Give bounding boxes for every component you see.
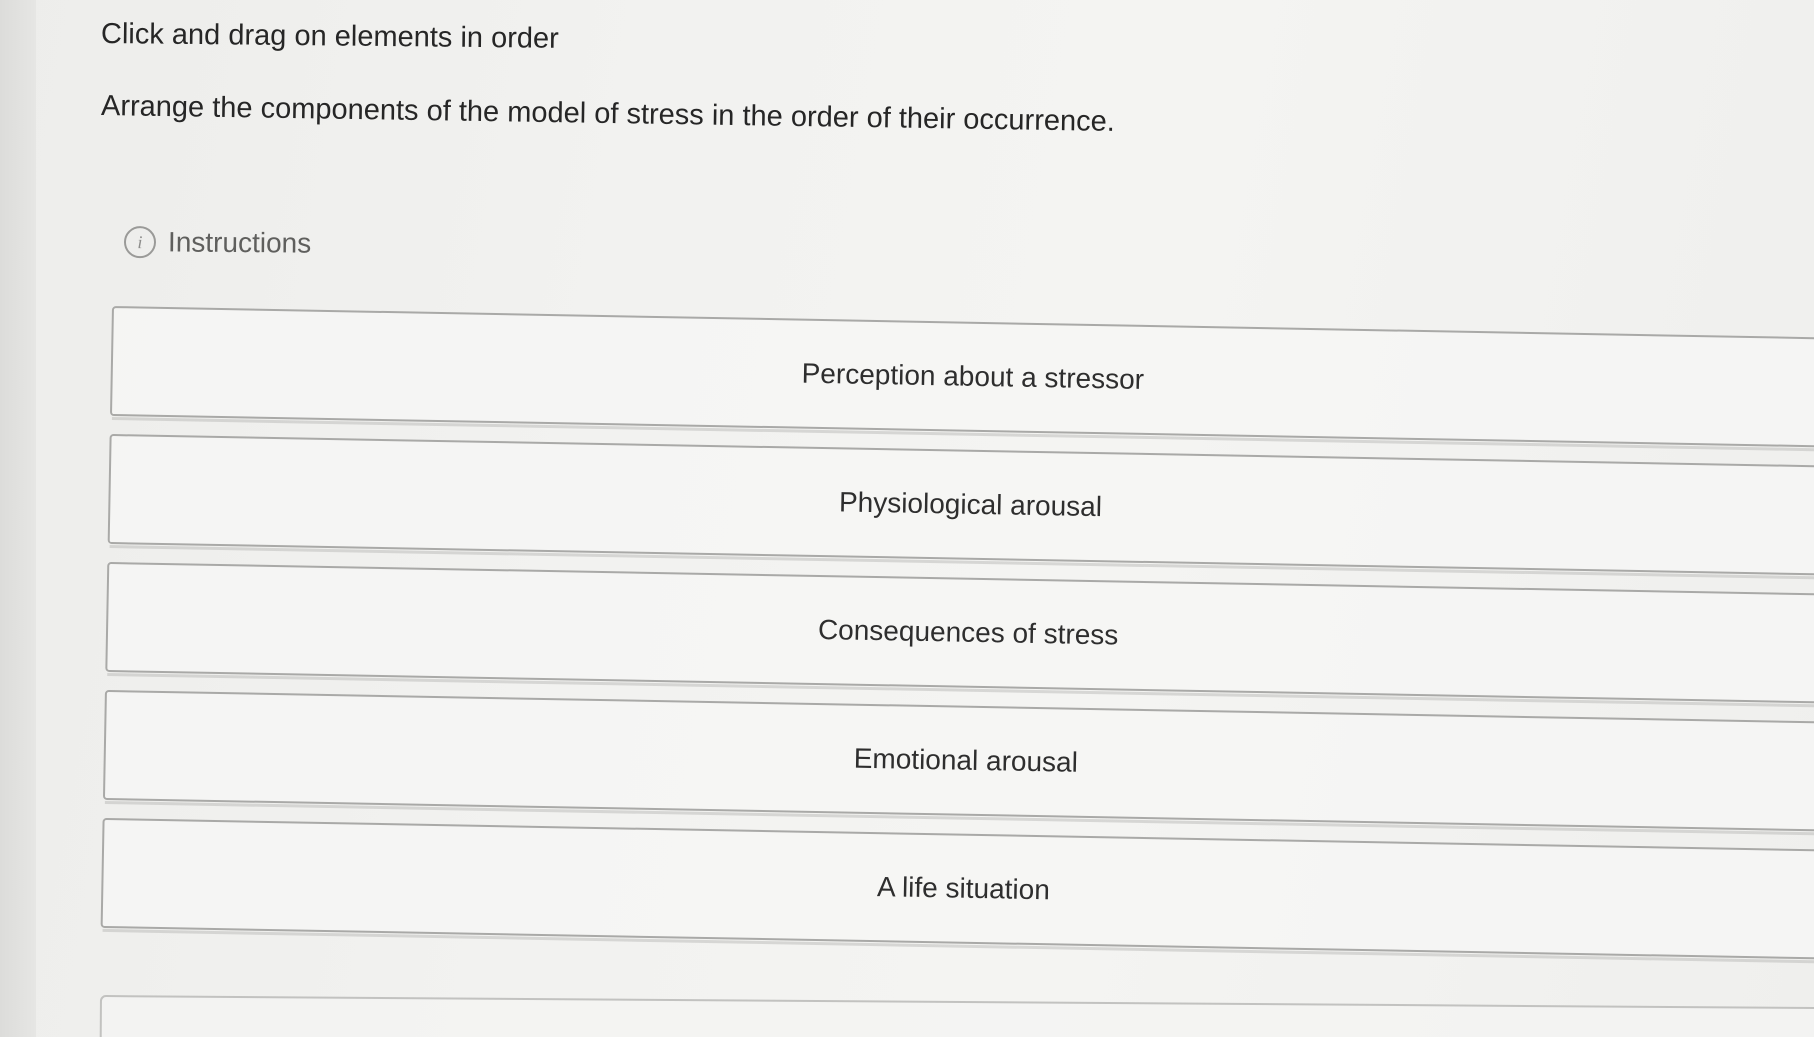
drag-item[interactable]: Consequences of stress [105,561,1814,705]
prompt-question: Arrange the components of the model of s… [100,90,1116,138]
drag-item-list: Perception about a stressor Physiologica… [100,306,1814,978]
drag-item-label: Perception about a stressor [801,357,1145,395]
instructions-toggle[interactable]: i Instructions [123,226,312,260]
question-page: Click and drag on elements in order Arra… [0,0,1814,1037]
drag-item-label: Physiological arousal [838,486,1103,523]
info-icon: i [123,226,157,259]
next-panel [99,995,1814,1037]
drag-item[interactable]: Physiological arousal [107,433,1814,577]
drag-item[interactable]: Emotional arousal [102,689,1814,833]
drag-item-label: A life situation [876,871,1051,906]
instructions-label: Instructions [167,226,312,259]
drag-item-label: Consequences of stress [817,613,1119,651]
prompt-title: Click and drag on elements in order [100,18,559,55]
drag-item-label: Emotional arousal [853,742,1079,778]
drag-item[interactable]: A life situation [100,817,1814,961]
left-margin [0,0,36,1037]
drag-item[interactable]: Perception about a stressor [109,306,1814,449]
